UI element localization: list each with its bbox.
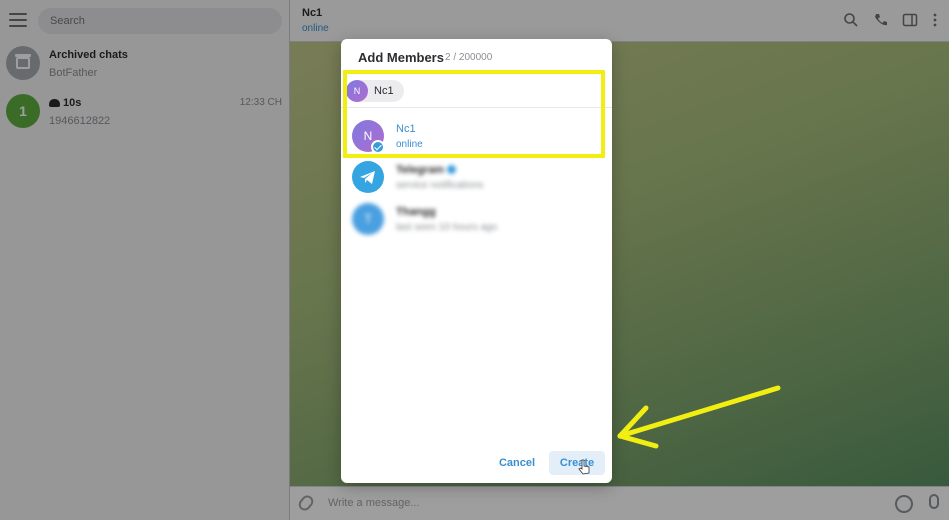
add-members-dialog: Add Members 2 / 200000 N Nc1 N Nc1 onlin…	[341, 39, 612, 483]
verified-icon	[447, 165, 457, 174]
contact-name: Nc1	[396, 123, 416, 135]
contact-item-nc1[interactable]: N Nc1 online	[341, 116, 612, 156]
selected-member-chip[interactable]: N Nc1	[346, 80, 404, 102]
contact-name: Telegram	[396, 164, 457, 176]
telegram-icon	[352, 161, 384, 193]
contact-status: online	[396, 139, 423, 150]
member-count: 2 / 200000	[445, 52, 493, 63]
checkmark-icon	[371, 140, 385, 154]
contact-name: Thangg	[396, 206, 436, 218]
cancel-button[interactable]: Cancel	[493, 451, 541, 475]
dialog-title: Add Members	[358, 50, 444, 65]
divider	[341, 107, 612, 108]
avatar: N	[346, 80, 368, 102]
contact-item-telegram[interactable]: Telegram service notifications	[341, 157, 612, 197]
chip-label: Nc1	[374, 85, 394, 97]
contact-item-thangg[interactable]: T Thangg last seen 10 hours ago	[341, 199, 612, 239]
contact-status: service notifications	[396, 180, 484, 191]
create-button[interactable]: Create	[549, 451, 605, 475]
contact-status: last seen 10 hours ago	[396, 222, 498, 233]
avatar: T	[352, 203, 384, 235]
